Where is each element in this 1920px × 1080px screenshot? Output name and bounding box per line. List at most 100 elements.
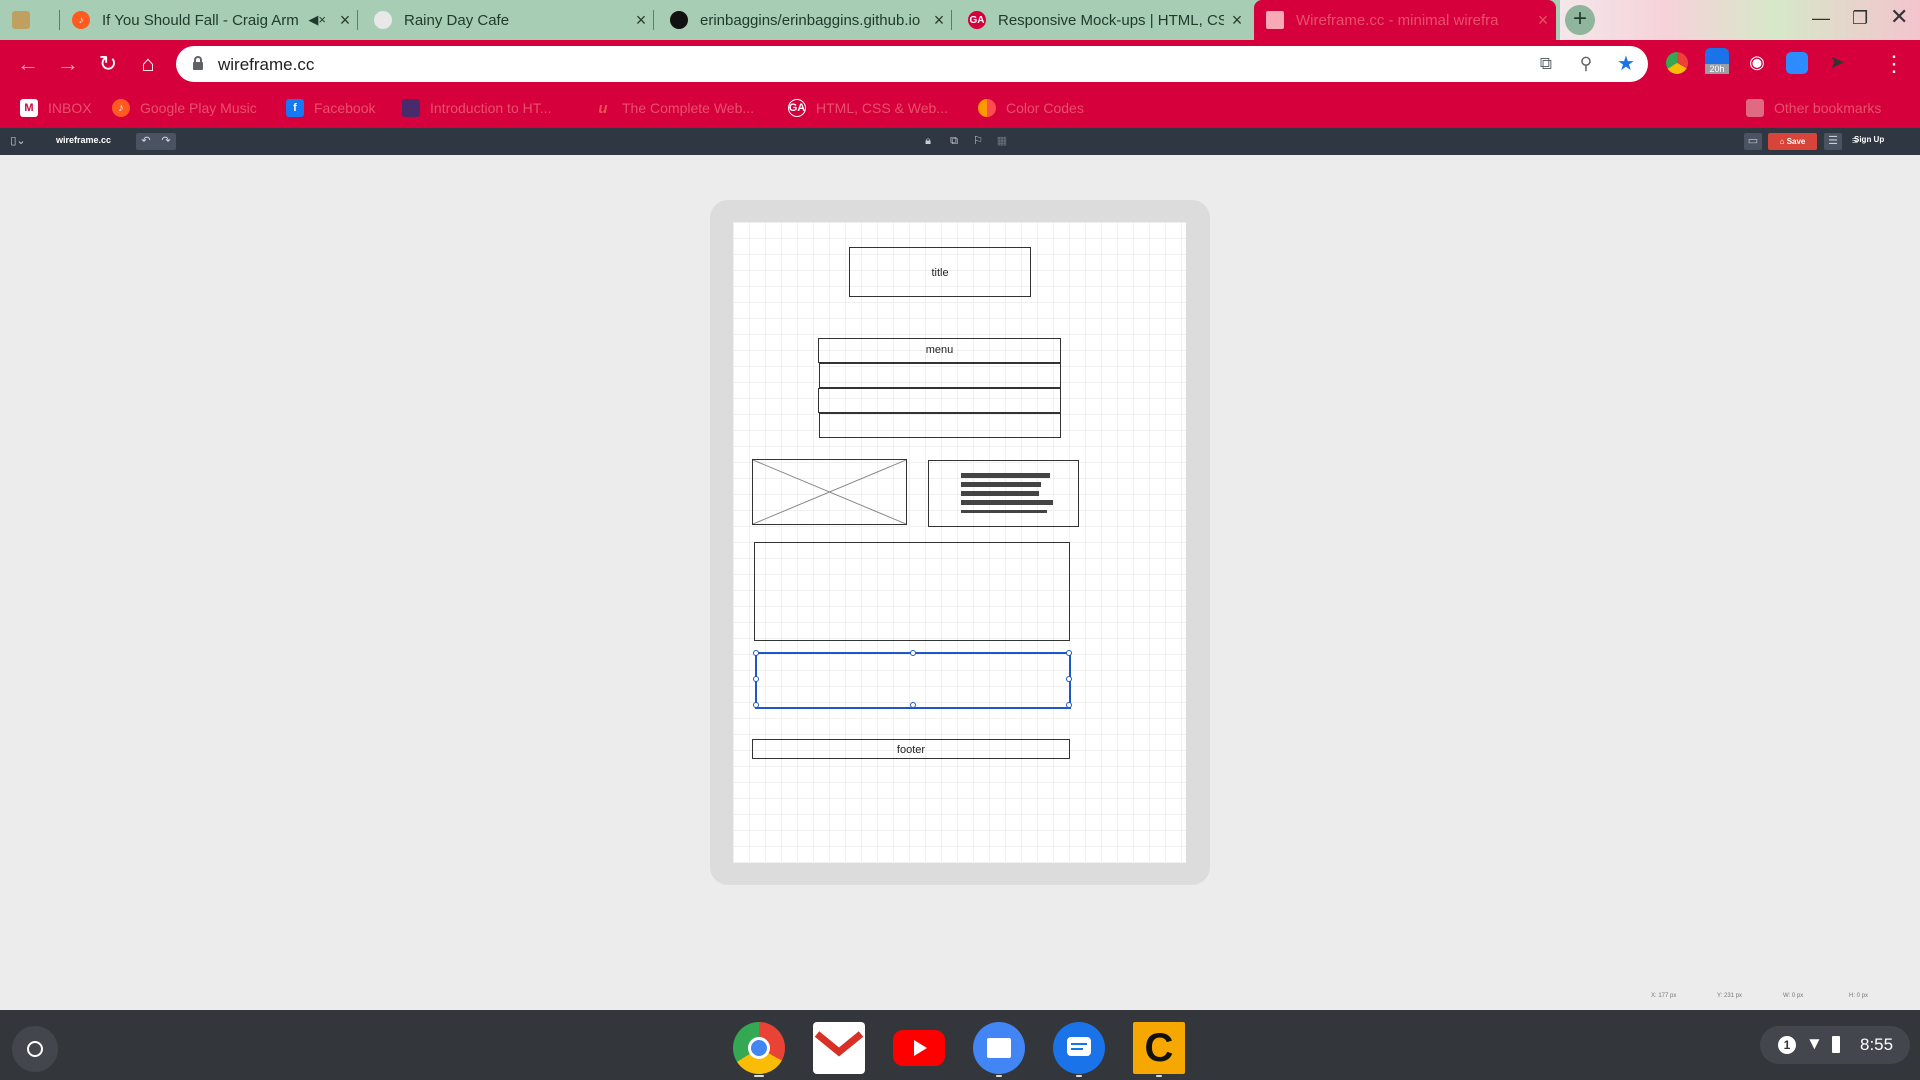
sign-up-link[interactable]: Sign Up	[1854, 135, 1884, 144]
bookmark-play-music[interactable]: ♪ Google Play Music	[112, 98, 257, 118]
back-icon[interactable]: ←	[14, 50, 42, 78]
grid-icon[interactable]: ▦	[994, 133, 1010, 150]
save-button[interactable]: ⌂ Save	[1768, 133, 1817, 150]
selected-box[interactable]	[753, 650, 1072, 709]
speaker-mute-icon[interactable]: ◀×	[308, 12, 326, 28]
bookmark-facebook[interactable]: f Facebook	[286, 98, 375, 118]
resize-handle[interactable]	[910, 702, 916, 708]
duplicate-icon[interactable]: ⧉	[946, 133, 962, 150]
menu-box[interactable]: menu	[818, 338, 1061, 363]
redo-icon[interactable]: ↷	[156, 133, 176, 150]
close-tab-icon[interactable]: ×	[1224, 10, 1250, 31]
menu-item-box[interactable]	[819, 413, 1061, 438]
gmail-icon[interactable]	[813, 1022, 865, 1074]
chrome-icon[interactable]	[733, 1022, 785, 1074]
wireframe-icon	[1266, 11, 1284, 29]
close-window-icon[interactable]: ✕	[1890, 4, 1908, 30]
resize-handle[interactable]	[753, 702, 759, 708]
running-indicator	[996, 1075, 1002, 1077]
ga-icon: GA	[968, 11, 986, 29]
bookmark-other[interactable]: Other bookmarks	[1746, 98, 1881, 118]
ga-icon: GA	[788, 99, 806, 117]
comment-icon[interactable]: ▭	[1744, 133, 1762, 150]
resize-handle[interactable]	[1066, 676, 1072, 682]
new-tab-button[interactable]: +	[1565, 5, 1595, 35]
launcher-circle-icon	[27, 1041, 43, 1057]
minimize-icon[interactable]: —	[1812, 8, 1830, 29]
bookmark-color-codes[interactable]: Color Codes	[978, 98, 1084, 118]
bookmark-intro-html[interactable]: Introduction to HT...	[402, 98, 551, 118]
menu-item-box[interactable]	[818, 388, 1061, 413]
tab-wireframe[interactable]: Wireframe.cc - minimal wirefra ×	[1254, 0, 1556, 40]
address-bar[interactable]: wireframe.cc ⧉ ⚲ ★	[176, 46, 1648, 82]
image-placeholder-cross-icon	[753, 460, 906, 524]
footer-box[interactable]: footer	[752, 739, 1070, 759]
tab-rainy-day[interactable]: Rainy Day Cafe ×	[362, 0, 654, 40]
tab-github[interactable]: erinbaggins/erinbaggins.github.io ×	[658, 0, 952, 40]
title-box[interactable]: title	[849, 247, 1031, 297]
resize-handle[interactable]	[910, 650, 916, 656]
course-icon	[402, 99, 420, 117]
resize-handle[interactable]	[1066, 650, 1072, 656]
battery-icon	[1832, 1036, 1840, 1053]
bookmark-complete-web[interactable]: u The Complete Web...	[594, 98, 754, 118]
tab-label: Rainy Day Cafe	[404, 11, 510, 29]
keep-extension-icon[interactable]: ◉	[1746, 52, 1768, 74]
chrome-extension-icon[interactable]	[1666, 52, 1688, 74]
menu-item-box[interactable]	[819, 363, 1061, 388]
close-tab-icon[interactable]: ×	[926, 10, 952, 31]
calendar-extension-icon[interactable]: 20h	[1705, 48, 1729, 74]
resize-handle[interactable]	[753, 676, 759, 682]
tablet-frame: title menu footer	[710, 200, 1210, 885]
wireframe-canvas[interactable]: title menu footer	[733, 222, 1186, 863]
resize-handle[interactable]	[1066, 702, 1072, 708]
annotation-icon[interactable]: ⚐	[970, 133, 986, 150]
close-tab-icon[interactable]: ×	[628, 10, 654, 31]
close-tab-icon[interactable]: ×	[1530, 10, 1556, 31]
folder-icon	[1746, 99, 1764, 117]
menu-kebab-icon[interactable]: ⋮	[1880, 50, 1908, 78]
lock-icon	[193, 56, 203, 70]
coord-y: Y: 231 px	[1717, 993, 1743, 999]
bookmark-label: HTML, CSS & Web...	[816, 100, 948, 116]
canvas-workspace[interactable]: title menu footer	[0, 155, 1920, 1010]
send-extension-icon[interactable]: ➤	[1826, 52, 1848, 74]
settings-sliders-icon[interactable]: ☰	[1824, 133, 1842, 150]
bookmark-inbox[interactable]: M INBOX	[20, 98, 92, 118]
youtube-icon[interactable]	[893, 1030, 945, 1066]
bookmark-label: INBOX	[48, 100, 92, 116]
globe-icon	[374, 11, 392, 29]
lock-tool-icon[interactable]: 🔒︎	[920, 133, 936, 150]
messages-icon[interactable]	[1053, 1022, 1105, 1074]
pinned-app-icon	[12, 11, 30, 29]
close-tab-icon[interactable]: ×	[332, 10, 358, 31]
device-select-icon[interactable]: ▯⌄	[6, 133, 30, 150]
c-app-icon[interactable]: C	[1133, 1022, 1185, 1074]
extension-badge: 20h	[1705, 64, 1729, 74]
tab-music[interactable]: ♪ If You Should Fall - Craig Arm ◀× ×	[60, 0, 358, 40]
udemy-icon: u	[598, 99, 608, 117]
resize-handle[interactable]	[753, 650, 759, 656]
tab-pinned[interactable]	[0, 0, 60, 40]
restore-icon[interactable]: ❐	[1852, 8, 1868, 29]
undo-redo-group: ↶ ↷	[136, 133, 176, 150]
save-label: Save	[1786, 137, 1806, 146]
undo-icon[interactable]: ↶	[136, 133, 156, 150]
text-block[interactable]	[928, 460, 1079, 527]
forward-icon[interactable]: →	[54, 50, 82, 78]
zoom-icon[interactable]: ⚲	[1576, 54, 1596, 74]
bookmark-html-css[interactable]: GA HTML, CSS & Web...	[788, 98, 948, 118]
github-icon	[670, 11, 688, 29]
tab-responsive-mockups[interactable]: GA Responsive Mock-ups | HTML, CSS ×	[956, 0, 1250, 40]
files-icon[interactable]	[973, 1022, 1025, 1074]
open-external-icon[interactable]: ⧉	[1536, 54, 1556, 74]
launcher-button[interactable]	[12, 1026, 58, 1072]
home-icon[interactable]: ⌂	[134, 50, 162, 78]
bookmark-star-icon[interactable]: ★	[1616, 54, 1636, 74]
content-box[interactable]	[754, 542, 1070, 641]
image-placeholder[interactable]	[752, 459, 907, 525]
reload-icon[interactable]: ↻	[94, 50, 122, 78]
zoom-extension-icon[interactable]	[1786, 52, 1808, 74]
url-text: wireframe.cc	[218, 55, 315, 74]
status-tray[interactable]: 1 ▼ 8:55	[1760, 1026, 1910, 1064]
